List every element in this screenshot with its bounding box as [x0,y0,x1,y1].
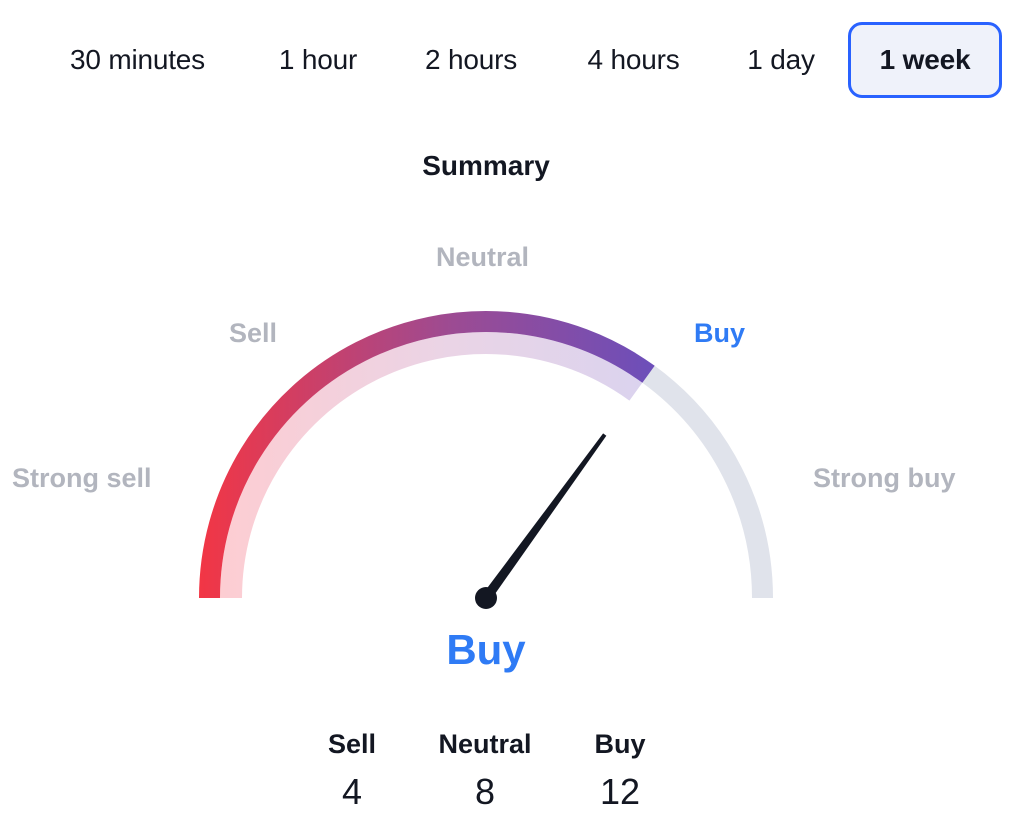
summary-verdict: Buy [446,626,526,673]
gauge-pivot [475,587,497,609]
signal-counts: Sell 4 Neutral 8 Buy 12 [0,726,1024,826]
count-value-buy: 12 [599,771,641,812]
count-label-buy: Buy [594,729,646,759]
gauge-needle [481,433,607,601]
summary-gauge [199,311,773,609]
gauge-fill-inner [220,332,643,599]
count-buy: Buy 12 [540,726,700,812]
gauge-track [642,365,773,599]
